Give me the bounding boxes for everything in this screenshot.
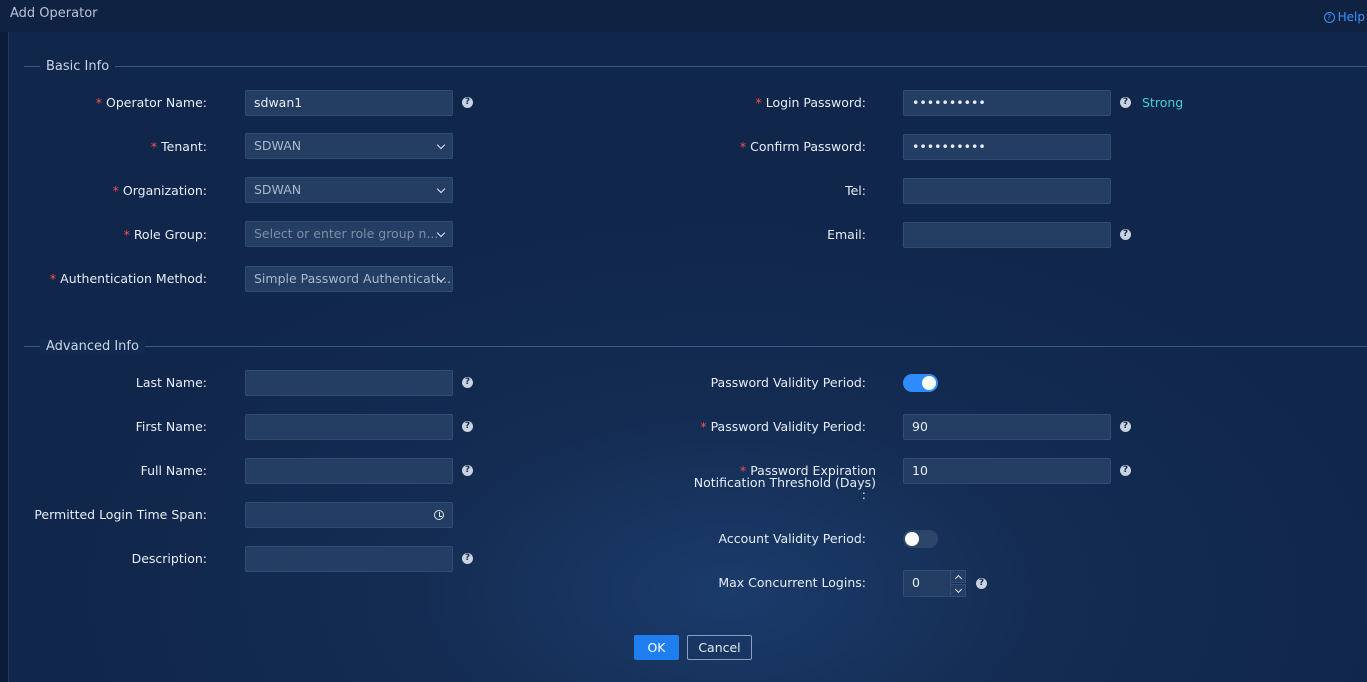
dialog-title-bar: Add Operator ? Help [0,0,1367,32]
tenant-select[interactable]: SDWAN [245,133,453,159]
first-name-input[interactable] [245,414,453,440]
help-link[interactable]: ? Help [1323,10,1365,24]
login-time-span-label: Permitted Login Time Span: [34,507,207,522]
tel-label: Tel: [845,183,866,198]
tel-input[interactable] [903,178,1111,204]
auth-method-select[interactable]: Simple Password Authenticati... [245,266,453,292]
password-validity-help-icon[interactable]: ? [1120,421,1131,432]
toggle-knob [905,532,919,546]
cancel-button[interactable]: Cancel [687,635,752,660]
last-name-help-icon[interactable]: ? [462,377,473,388]
auth-method-value: Simple Password Authenticati... [254,271,452,286]
confirm-password-label: * Confirm Password: [739,139,866,154]
password-expiration-help-icon[interactable]: ? [1120,465,1131,476]
stepper-up-button[interactable] [950,570,966,583]
email-input[interactable] [903,222,1111,248]
password-expiration-label: * Password Expiration Notification Thresh… [693,463,876,502]
help-circle-icon: ? [1323,11,1335,23]
email-label: Email: [827,227,866,242]
login-password-input[interactable]: •••••••••• [903,90,1111,116]
description-help-icon[interactable]: ? [462,553,473,564]
full-name-input[interactable] [245,458,453,484]
clock-icon [434,510,444,520]
max-logins-help-icon[interactable]: ? [976,578,987,589]
account-validity-toggle[interactable] [903,530,938,548]
stepper-down-button[interactable] [950,584,966,597]
auth-method-label: * Authentication Method: [49,271,207,286]
last-name-input[interactable] [245,370,453,396]
account-validity-toggle-label: Account Validity Period: [718,531,867,546]
login-password-label: * Login Password: [755,95,866,110]
role-group-label: * Role Group: [123,227,207,242]
max-logins-label: Max Concurrent Logins: [718,575,866,590]
help-label: Help [1337,10,1365,24]
password-validity-period-label: * Password Validity Period: [700,419,866,434]
tenant-label: * Tenant: [150,139,207,154]
login-password-help-icon[interactable]: ? [1120,97,1131,108]
password-validity-period-input[interactable]: 90 [903,414,1111,440]
ok-button[interactable]: OK [634,635,679,660]
chevron-down-icon [436,140,446,150]
organization-select[interactable]: SDWAN [245,177,453,203]
description-input[interactable] [245,546,453,572]
description-label: Description: [131,551,207,566]
chevron-down-icon [436,184,446,194]
full-name-help-icon[interactable]: ? [462,465,473,476]
password-validity-toggle[interactable] [903,374,938,392]
last-name-label: Last Name: [135,375,207,390]
password-strength-indicator: Strong [1142,95,1184,110]
max-logins-input[interactable]: 0 [903,570,951,597]
role-group-select[interactable]: Select or enter role group n... [245,221,453,247]
role-group-placeholder: Select or enter role group n... [254,226,439,241]
basic-info-title: Basic Info [40,59,116,74]
advanced-info-title: Advanced Info [40,339,145,354]
tenant-value: SDWAN [254,138,302,153]
basic-info-divider [24,66,1367,67]
operator-name-input[interactable]: sdwan1 [245,90,453,116]
operator-name-label: * Operator Name: [95,95,207,110]
organization-value: SDWAN [254,182,302,197]
dialog-panel [8,32,1367,682]
password-expiration-input[interactable]: 10 [903,458,1111,484]
advanced-info-divider [24,346,1367,347]
confirm-password-input[interactable]: •••••••••• [903,134,1111,160]
first-name-label: First Name: [135,419,207,434]
login-time-span-input[interactable] [245,502,453,528]
toggle-knob [922,376,936,390]
operator-name-help-icon[interactable]: ? [462,97,473,108]
organization-label: * Organization: [112,183,207,198]
password-validity-toggle-label: Password Validity Period: [710,375,866,390]
chevron-up-icon [954,574,962,582]
full-name-label: Full Name: [140,463,207,478]
dialog-title: Add Operator [10,6,98,21]
chevron-down-icon [954,585,962,593]
first-name-help-icon[interactable]: ? [462,421,473,432]
email-help-icon[interactable]: ? [1120,229,1131,240]
